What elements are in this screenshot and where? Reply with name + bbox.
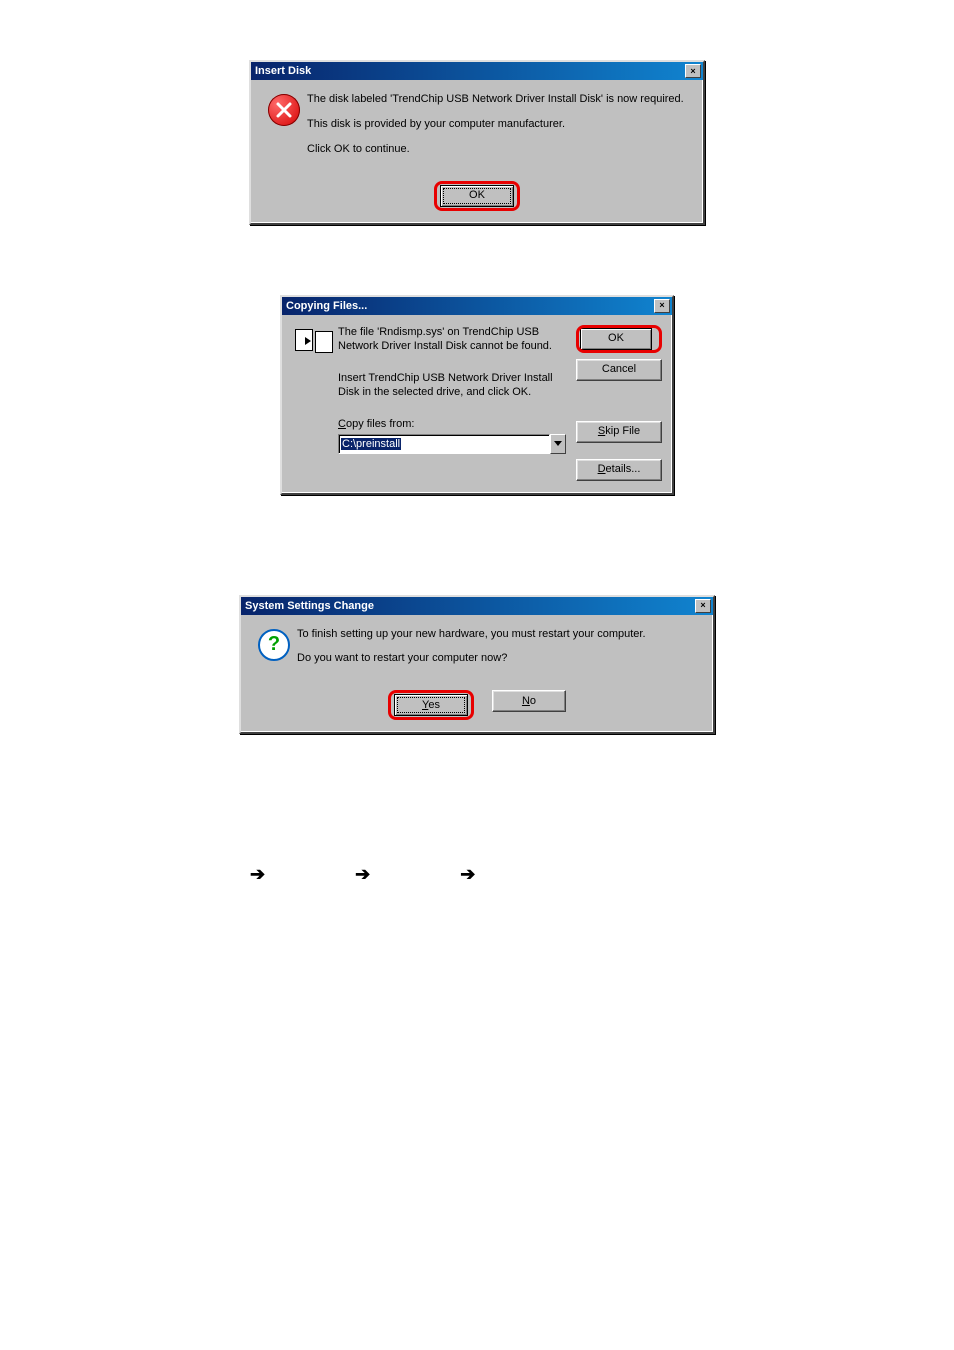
error-icon: [268, 94, 300, 126]
ok-callout: OK: [576, 325, 662, 353]
copy-from-label: Copy files from:: [338, 418, 566, 430]
message-line-3: Click OK to continue.: [307, 142, 693, 157]
arrow-row: ➔ ➔ ➔: [0, 864, 954, 885]
ok-label: OK: [608, 332, 624, 344]
dialog-insert-disk: Insert Disk × The disk labeled 'TrendChi…: [249, 60, 705, 225]
close-button[interactable]: ×: [654, 299, 670, 313]
yes-callout: Yes: [388, 690, 474, 720]
titlebar[interactable]: Copying Files... ×: [282, 297, 672, 315]
dialog-copying-files: Copying Files... × The file 'Rndismp.sys…: [280, 295, 674, 495]
question-icon: ?: [258, 629, 290, 661]
message-line-2: Do you want to restart your computer now…: [297, 651, 703, 666]
close-button[interactable]: ×: [685, 64, 701, 78]
title-text: System Settings Change: [245, 600, 374, 612]
ok-button[interactable]: OK: [440, 185, 514, 207]
cancel-button[interactable]: Cancel: [576, 359, 662, 381]
path-value: C:\preinstall: [341, 438, 401, 450]
close-icon: ×: [690, 67, 695, 76]
yes-button[interactable]: Yes: [394, 694, 468, 716]
arrow-icon: ➔: [355, 864, 370, 885]
close-icon: ×: [659, 301, 664, 310]
close-button[interactable]: ×: [695, 599, 711, 613]
arrow-icon: ➔: [250, 864, 265, 885]
dialog-system-settings-change: System Settings Change × ? To finish set…: [239, 595, 715, 735]
path-input[interactable]: C:\preinstall: [338, 434, 550, 454]
message-line-1: The file 'Rndismp.sys' on TrendChip USB …: [338, 325, 566, 354]
skip-file-button[interactable]: Skip File: [576, 421, 662, 443]
close-icon: ×: [700, 601, 705, 610]
arrow-icon: ➔: [460, 864, 475, 885]
titlebar[interactable]: Insert Disk ×: [251, 62, 703, 80]
title-text: Insert Disk: [255, 65, 311, 77]
copy-files-icon: [295, 329, 335, 353]
details-button[interactable]: Details...: [576, 459, 662, 481]
ok-button[interactable]: OK: [580, 328, 652, 350]
titlebar[interactable]: System Settings Change ×: [241, 597, 713, 615]
no-button[interactable]: No: [492, 690, 566, 712]
message-line-1: The disk labeled 'TrendChip USB Network …: [307, 92, 693, 107]
title-text: Copying Files...: [286, 300, 367, 312]
path-dropdown-button[interactable]: [550, 434, 566, 454]
message-line-2: Insert TrendChip USB Network Driver Inst…: [338, 371, 566, 400]
message-line-2: This disk is provided by your computer m…: [307, 117, 693, 132]
cancel-label: Cancel: [602, 363, 636, 375]
ok-label: OK: [469, 189, 485, 201]
message-line-1: To finish setting up your new hardware, …: [297, 627, 703, 642]
ok-callout: OK: [434, 181, 520, 211]
